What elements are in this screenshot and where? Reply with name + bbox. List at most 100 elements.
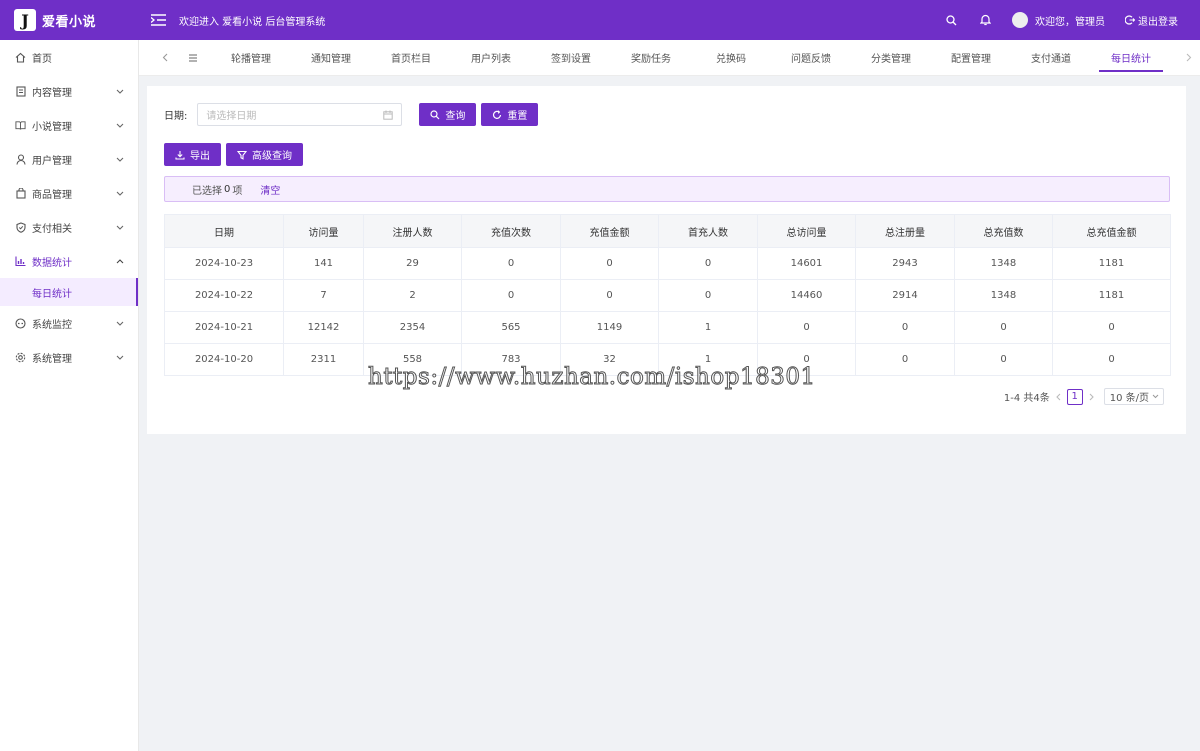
table-cell: 0 xyxy=(560,247,659,280)
query-button[interactable]: 查询 xyxy=(419,103,477,126)
table-cell: 558 xyxy=(363,343,462,376)
table-cell: 1181 xyxy=(1052,279,1171,312)
tab-partial[interactable] xyxy=(175,40,211,76)
app-name: 爱看小说 xyxy=(42,14,97,30)
refresh-icon xyxy=(493,109,502,119)
table-cell: 0 xyxy=(757,343,856,376)
top-header: J 爱看小说 欢迎进入 爱看小说 后台管理系统 欢迎您，管理员 退出登录 xyxy=(0,0,1200,40)
advanced-query-button[interactable]: 高级查询 xyxy=(226,143,303,166)
sidebar: 首页 内容管理 小说管理 用户管理 商品管理 支付相关 数据统计 每日统计 系统… xyxy=(0,40,139,751)
column-header-first-recharge[interactable]: 首充人数 xyxy=(658,214,758,248)
column-header-date[interactable]: 日期 xyxy=(164,214,284,248)
advanced-query-label: 高级查询 xyxy=(252,151,292,162)
tab-home-columns[interactable]: 首页栏目 xyxy=(371,40,451,76)
export-button[interactable]: 导出 xyxy=(164,143,221,166)
table-cell: 783 xyxy=(461,343,561,376)
page-size-value: 10 条/页 xyxy=(1109,393,1149,404)
query-label: 查询 xyxy=(445,111,466,122)
table-cell: 12142 xyxy=(283,311,364,344)
clear-selection-link[interactable]: 清空 xyxy=(260,182,280,197)
page-number-button[interactable]: 1 xyxy=(1066,388,1083,405)
column-header-total-recharge-amount[interactable]: 总充值金额 xyxy=(1052,214,1171,248)
tab-payment-channels[interactable]: 支付通道 xyxy=(1011,40,1091,76)
avatar[interactable] xyxy=(1012,12,1028,28)
bell-icon[interactable] xyxy=(978,13,992,27)
page-size-select[interactable]: 10 条/页 xyxy=(1103,388,1164,405)
tab-signin-settings[interactable]: 签到设置 xyxy=(531,40,611,76)
table-row[interactable]: 2024-10-23 141 29 0 0 0 14601 2943 1348 … xyxy=(164,247,1171,280)
sidebar-item-content[interactable]: 内容管理 xyxy=(0,74,138,108)
bag-icon xyxy=(15,187,26,199)
table-cell: 2024-10-23 xyxy=(164,247,284,280)
document-icon xyxy=(15,85,26,97)
tab-notice[interactable]: 通知管理 xyxy=(291,40,371,76)
tab-categories[interactable]: 分类管理 xyxy=(851,40,931,76)
table-cell: 0 xyxy=(1052,343,1171,376)
search-icon[interactable] xyxy=(944,13,958,27)
sidebar-item-monitor[interactable]: 系统监控 xyxy=(0,306,138,340)
logo-area[interactable]: J 爱看小说 xyxy=(0,0,139,40)
search-icon xyxy=(430,109,440,119)
column-header-recharge-amount[interactable]: 充值金额 xyxy=(560,214,659,248)
table-cell: 0 xyxy=(461,279,561,312)
table-cell: 0 xyxy=(855,311,955,344)
next-page-icon[interactable] xyxy=(1089,393,1094,401)
download-icon xyxy=(175,150,185,160)
tab-carousel[interactable]: 轮播管理 xyxy=(211,40,291,76)
daily-stats-table: 日期 访问量 注册人数 充值次数 充值金额 首充人数 总访问量 总注册量 总充值… xyxy=(164,214,1171,376)
prev-page-icon[interactable] xyxy=(1055,393,1061,401)
sidebar-item-statistics[interactable]: 数据统计 xyxy=(0,244,138,278)
tab-daily-stats[interactable]: 每日统计 xyxy=(1091,40,1171,76)
sidebar-item-home[interactable]: 首页 xyxy=(0,40,138,74)
sidebar-item-products[interactable]: 商品管理 xyxy=(0,176,138,210)
tab-user-list[interactable]: 用户列表 xyxy=(451,40,531,76)
sidebar-item-label: 系统管理 xyxy=(32,353,72,365)
table-row[interactable]: 2024-10-21 12142 2354 565 1149 1 0 0 0 0 xyxy=(164,311,1171,344)
home-icon xyxy=(15,52,26,63)
sidebar-item-label: 小说管理 xyxy=(32,121,72,133)
sidebar-item-users[interactable]: 用户管理 xyxy=(0,142,138,176)
sidebar-item-label: 首页 xyxy=(32,53,52,65)
tab-scroll-right-icon[interactable] xyxy=(1179,53,1199,62)
table-cell: 7 xyxy=(283,279,364,312)
menu-toggle-icon[interactable] xyxy=(151,13,167,27)
calendar-icon xyxy=(383,110,394,120)
table-cell: 2943 xyxy=(855,247,955,280)
action-row: 导出 高级查询 xyxy=(164,143,303,166)
table-cell: 2311 xyxy=(283,343,364,376)
table-cell: 14460 xyxy=(757,279,856,312)
tab-reward-tasks[interactable]: 奖励任务 xyxy=(611,40,691,76)
sidebar-subitem-daily-stats[interactable]: 每日统计 xyxy=(0,278,138,306)
tab-config[interactable]: 配置管理 xyxy=(931,40,1011,76)
sidebar-item-system[interactable]: 系统管理 xyxy=(0,340,138,374)
sidebar-item-label: 商品管理 xyxy=(32,189,72,201)
logout-button[interactable]: 退出登录 xyxy=(1125,13,1178,28)
tab-feedback[interactable]: 问题反馈 xyxy=(771,40,851,76)
user-greeting[interactable]: 欢迎您，管理员 xyxy=(1035,13,1105,28)
table-cell: 0 xyxy=(461,247,561,280)
column-header-total-registrations[interactable]: 总注册量 xyxy=(855,214,955,248)
table-cell: 1149 xyxy=(560,311,659,344)
column-header-total-visits[interactable]: 总访问量 xyxy=(757,214,856,248)
chevron-up-icon xyxy=(116,257,124,265)
table-row[interactable]: 2024-10-22 7 2 0 0 0 14460 2914 1348 118… xyxy=(164,279,1171,312)
table-row[interactable]: 2024-10-20 2311 558 783 32 1 0 0 0 0 xyxy=(164,343,1171,376)
sidebar-item-payment[interactable]: 支付相关 xyxy=(0,210,138,244)
date-picker-input[interactable]: 请选择日期 xyxy=(197,103,403,126)
table-header-row: 日期 访问量 注册人数 充值次数 充值金额 首充人数 总访问量 总注册量 总充值… xyxy=(164,214,1171,248)
column-header-total-recharge-count[interactable]: 总充值数 xyxy=(954,214,1053,248)
user-icon xyxy=(15,153,26,165)
pagination-summary: 1-4 共4条 xyxy=(1003,393,1050,404)
column-header-recharge-count[interactable]: 充值次数 xyxy=(461,214,561,248)
sidebar-item-label: 数据统计 xyxy=(32,257,72,269)
table-cell: 0 xyxy=(855,343,955,376)
tab-redeem-codes[interactable]: 兑换码 xyxy=(691,40,771,76)
chevron-down-icon xyxy=(116,319,124,327)
tab-scroll-left-icon[interactable] xyxy=(155,53,175,62)
logout-icon xyxy=(1125,15,1135,25)
selection-suffix: 项 xyxy=(232,185,243,197)
sidebar-item-novels[interactable]: 小说管理 xyxy=(0,108,138,142)
column-header-registrations[interactable]: 注册人数 xyxy=(363,214,462,248)
reset-button[interactable]: 重置 xyxy=(481,103,539,126)
column-header-visits[interactable]: 访问量 xyxy=(283,214,364,248)
